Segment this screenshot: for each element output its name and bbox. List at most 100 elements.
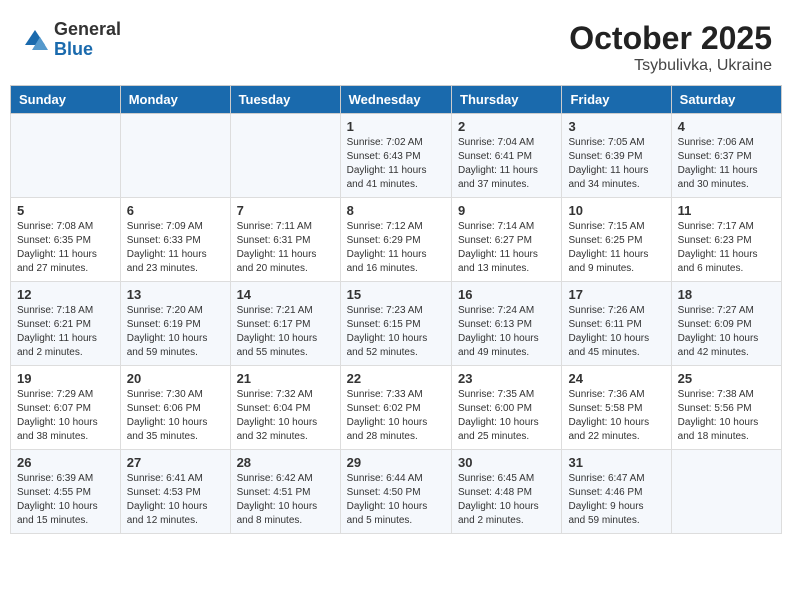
day-number: 30 (458, 455, 555, 470)
day-info: Sunrise: 7:02 AM Sunset: 6:43 PM Dayligh… (347, 136, 445, 192)
day-info: Sunrise: 7:26 AM Sunset: 6:11 PM Dayligh… (568, 304, 664, 360)
day-number: 21 (237, 371, 334, 386)
weekday-header: Saturday (671, 86, 781, 114)
day-info: Sunrise: 7:38 AM Sunset: 5:56 PM Dayligh… (678, 388, 775, 444)
day-number: 5 (17, 203, 114, 218)
calendar-cell: 5 Sunrise: 7:08 AM Sunset: 6:35 PM Daylig… (11, 198, 121, 282)
calendar-cell: 25Sunrise: 7:38 AM Sunset: 5:56 PM Dayli… (671, 366, 781, 450)
logo-blue: Blue (54, 40, 121, 60)
day-number: 19 (17, 371, 114, 386)
calendar-cell: 17 Sunrise: 7:26 AM Sunset: 6:11 PM Dayli… (562, 282, 671, 366)
calendar-cell: 30Sunrise: 6:45 AM Sunset: 4:48 PM Dayli… (452, 450, 562, 534)
day-info: Sunrise: 7:30 AM Sunset: 6:06 PM Dayligh… (127, 388, 224, 444)
calendar-cell: 10 Sunrise: 7:15 AM Sunset: 6:25 PM Dayli… (562, 198, 671, 282)
day-number: 31 (568, 455, 664, 470)
day-info: Sunrise: 7:33 AM Sunset: 6:02 PM Dayligh… (347, 388, 445, 444)
weekday-header: Sunday (11, 86, 121, 114)
weekday-header: Thursday (452, 86, 562, 114)
calendar-cell: 26Sunrise: 6:39 AM Sunset: 4:55 PM Dayli… (11, 450, 121, 534)
day-info: Sunrise: 7:18 AM Sunset: 6:21 PM Dayligh… (17, 304, 114, 360)
calendar-table: SundayMondayTuesdayWednesdayThursdayFrid… (10, 85, 782, 534)
calendar-cell: 24 Sunrise: 7:36 AM Sunset: 5:58 PM Dayli… (562, 366, 671, 450)
day-number: 14 (237, 287, 334, 302)
weekday-header: Friday (562, 86, 671, 114)
calendar-cell (671, 450, 781, 534)
calendar-cell: 29 Sunrise: 6:44 AM Sunset: 4:50 PM Dayli… (340, 450, 451, 534)
day-number: 11 (678, 203, 775, 218)
calendar-cell: 2 Sunrise: 7:04 AM Sunset: 6:41 PM Daylig… (452, 114, 562, 198)
day-number: 8 (347, 203, 445, 218)
day-info: Sunrise: 7:17 AM Sunset: 6:23 PM Dayligh… (678, 220, 775, 276)
calendar-cell (230, 114, 340, 198)
calendar-cell: 13 Sunrise: 7:20 AM Sunset: 6:19 PM Dayli… (120, 282, 230, 366)
day-number: 26 (17, 455, 114, 470)
day-info: Sunrise: 6:47 AM Sunset: 4:46 PM Dayligh… (568, 472, 664, 528)
calendar-cell: 9 Sunrise: 7:14 AM Sunset: 6:27 PM Daylig… (452, 198, 562, 282)
day-info: Sunrise: 7:24 AM Sunset: 6:13 PM Dayligh… (458, 304, 555, 360)
day-number: 2 (458, 119, 555, 134)
day-number: 3 (568, 119, 664, 134)
calendar-cell: 22 Sunrise: 7:33 AM Sunset: 6:02 PM Dayli… (340, 366, 451, 450)
logo: General Blue (20, 20, 121, 60)
day-number: 4 (678, 119, 775, 134)
day-number: 10 (568, 203, 664, 218)
day-number: 29 (347, 455, 445, 470)
day-info: Sunrise: 7:29 AM Sunset: 6:07 PM Dayligh… (17, 388, 114, 444)
month-year: October 2025 (569, 20, 772, 57)
calendar-cell: 20Sunrise: 7:30 AM Sunset: 6:06 PM Dayli… (120, 366, 230, 450)
calendar-week-row: 5 Sunrise: 7:08 AM Sunset: 6:35 PM Daylig… (11, 198, 782, 282)
calendar-header-row: SundayMondayTuesdayWednesdayThursdayFrid… (11, 86, 782, 114)
day-info: Sunrise: 7:14 AM Sunset: 6:27 PM Dayligh… (458, 220, 555, 276)
day-number: 28 (237, 455, 334, 470)
day-info: Sunrise: 7:36 AM Sunset: 5:58 PM Dayligh… (568, 388, 664, 444)
day-number: 1 (347, 119, 445, 134)
calendar-cell: 4 Sunrise: 7:06 AM Sunset: 6:37 PM Daylig… (671, 114, 781, 198)
day-info: Sunrise: 7:15 AM Sunset: 6:25 PM Dayligh… (568, 220, 664, 276)
day-info: Sunrise: 7:05 AM Sunset: 6:39 PM Dayligh… (568, 136, 664, 192)
calendar-week-row: 1 Sunrise: 7:02 AM Sunset: 6:43 PM Daylig… (11, 114, 782, 198)
day-info: Sunrise: 7:04 AM Sunset: 6:41 PM Dayligh… (458, 136, 555, 192)
weekday-header: Wednesday (340, 86, 451, 114)
calendar-cell: 28 Sunrise: 6:42 AM Sunset: 4:51 PM Dayli… (230, 450, 340, 534)
calendar-cell: 18Sunrise: 7:27 AM Sunset: 6:09 PM Dayli… (671, 282, 781, 366)
day-number: 24 (568, 371, 664, 386)
calendar-cell: 12Sunrise: 7:18 AM Sunset: 6:21 PM Dayli… (11, 282, 121, 366)
calendar-cell: 7 Sunrise: 7:11 AM Sunset: 6:31 PM Daylig… (230, 198, 340, 282)
logo-general: General (54, 20, 121, 40)
calendar-week-row: 19 Sunrise: 7:29 AM Sunset: 6:07 PM Dayli… (11, 366, 782, 450)
calendar-week-row: 26Sunrise: 6:39 AM Sunset: 4:55 PM Dayli… (11, 450, 782, 534)
day-number: 6 (127, 203, 224, 218)
day-number: 27 (127, 455, 224, 470)
day-info: Sunrise: 7:27 AM Sunset: 6:09 PM Dayligh… (678, 304, 775, 360)
day-info: Sunrise: 6:42 AM Sunset: 4:51 PM Dayligh… (237, 472, 334, 528)
day-info: Sunrise: 7:06 AM Sunset: 6:37 PM Dayligh… (678, 136, 775, 192)
calendar-cell (11, 114, 121, 198)
calendar-cell: 21Sunrise: 7:32 AM Sunset: 6:04 PM Dayli… (230, 366, 340, 450)
day-number: 22 (347, 371, 445, 386)
calendar-cell: 11 Sunrise: 7:17 AM Sunset: 6:23 PM Dayli… (671, 198, 781, 282)
day-number: 15 (347, 287, 445, 302)
day-info: Sunrise: 7:11 AM Sunset: 6:31 PM Dayligh… (237, 220, 334, 276)
calendar-cell: 31 Sunrise: 6:47 AM Sunset: 4:46 PM Dayli… (562, 450, 671, 534)
day-info: Sunrise: 7:21 AM Sunset: 6:17 PM Dayligh… (237, 304, 334, 360)
day-info: Sunrise: 6:44 AM Sunset: 4:50 PM Dayligh… (347, 472, 445, 528)
calendar-cell: 19 Sunrise: 7:29 AM Sunset: 6:07 PM Dayli… (11, 366, 121, 450)
day-number: 13 (127, 287, 224, 302)
calendar-cell: 27Sunrise: 6:41 AM Sunset: 4:53 PM Dayli… (120, 450, 230, 534)
calendar-cell: 16Sunrise: 7:24 AM Sunset: 6:13 PM Dayli… (452, 282, 562, 366)
location: Tsybulivka, Ukraine (569, 57, 772, 75)
day-number: 7 (237, 203, 334, 218)
calendar-cell: 15 Sunrise: 7:23 AM Sunset: 6:15 PM Dayli… (340, 282, 451, 366)
calendar-cell: 6Sunrise: 7:09 AM Sunset: 6:33 PM Daylig… (120, 198, 230, 282)
day-info: Sunrise: 7:23 AM Sunset: 6:15 PM Dayligh… (347, 304, 445, 360)
day-info: Sunrise: 7:08 AM Sunset: 6:35 PM Dayligh… (17, 220, 114, 276)
calendar-cell: 3 Sunrise: 7:05 AM Sunset: 6:39 PM Daylig… (562, 114, 671, 198)
calendar-week-row: 12Sunrise: 7:18 AM Sunset: 6:21 PM Dayli… (11, 282, 782, 366)
day-number: 17 (568, 287, 664, 302)
day-info: Sunrise: 7:20 AM Sunset: 6:19 PM Dayligh… (127, 304, 224, 360)
weekday-header: Monday (120, 86, 230, 114)
calendar-cell: 23Sunrise: 7:35 AM Sunset: 6:00 PM Dayli… (452, 366, 562, 450)
day-info: Sunrise: 7:12 AM Sunset: 6:29 PM Dayligh… (347, 220, 445, 276)
day-number: 9 (458, 203, 555, 218)
calendar-cell (120, 114, 230, 198)
